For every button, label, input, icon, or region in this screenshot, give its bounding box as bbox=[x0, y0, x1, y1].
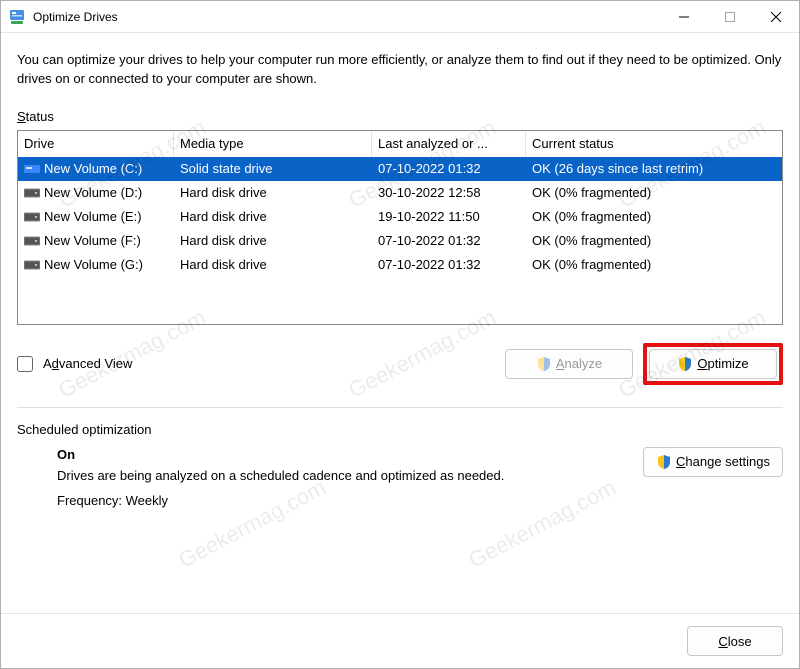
change-settings-button[interactable]: Change settings bbox=[643, 447, 783, 477]
shield-icon bbox=[536, 356, 552, 372]
scheduled-on: On bbox=[57, 447, 643, 462]
advanced-view-checkbox[interactable] bbox=[17, 356, 33, 372]
drive-name: New Volume (G:) bbox=[44, 257, 143, 272]
drive-last: 07-10-2022 01:32 bbox=[372, 257, 526, 272]
drive-icon bbox=[24, 235, 40, 247]
drive-status: OK (26 days since last retrim) bbox=[526, 161, 782, 176]
drive-last: 30-10-2022 12:58 bbox=[372, 185, 526, 200]
drive-icon bbox=[24, 211, 40, 223]
intro-text: You can optimize your drives to help you… bbox=[17, 51, 783, 89]
window: Optimize Drives You can optimize your dr… bbox=[0, 0, 800, 669]
drive-icon bbox=[24, 163, 40, 175]
drive-last: 19-10-2022 11:50 bbox=[372, 209, 526, 224]
table-row[interactable]: New Volume (D:) Hard disk drive30-10-2022… bbox=[18, 181, 782, 205]
table-header: Drive Media type Last analyzed or ... Cu… bbox=[18, 131, 782, 157]
drive-media: Hard disk drive bbox=[174, 209, 372, 224]
drives-table: Drive Media type Last analyzed or ... Cu… bbox=[17, 130, 783, 325]
app-icon bbox=[9, 9, 25, 25]
titlebar: Optimize Drives bbox=[1, 1, 799, 33]
col-last[interactable]: Last analyzed or ... bbox=[372, 131, 526, 157]
advanced-view-label[interactable]: Advanced View bbox=[43, 356, 132, 371]
drive-status: OK (0% fragmented) bbox=[526, 185, 782, 200]
footer: Close bbox=[1, 613, 799, 668]
drive-status: OK (0% fragmented) bbox=[526, 209, 782, 224]
optimize-highlight: Optimize bbox=[643, 343, 783, 385]
drive-name: New Volume (F:) bbox=[44, 233, 141, 248]
drive-status: OK (0% fragmented) bbox=[526, 257, 782, 272]
col-media[interactable]: Media type bbox=[174, 131, 372, 157]
drive-media: Solid state drive bbox=[174, 161, 372, 176]
content: You can optimize your drives to help you… bbox=[1, 33, 799, 613]
close-button[interactable]: Close bbox=[687, 626, 783, 656]
drive-name: New Volume (E:) bbox=[44, 209, 142, 224]
drive-icon bbox=[24, 259, 40, 271]
divider bbox=[17, 407, 783, 408]
close-window-button[interactable] bbox=[753, 1, 799, 33]
drive-media: Hard disk drive bbox=[174, 233, 372, 248]
drive-media: Hard disk drive bbox=[174, 185, 372, 200]
scheduled-label: Scheduled optimization bbox=[17, 422, 783, 437]
col-drive[interactable]: Drive bbox=[18, 131, 174, 157]
drive-name: New Volume (C:) bbox=[44, 161, 142, 176]
table-row[interactable]: New Volume (E:) Hard disk drive19-10-2022… bbox=[18, 205, 782, 229]
scheduled-freq: Frequency: Weekly bbox=[57, 493, 643, 508]
analyze-button[interactable]: Analyze bbox=[505, 349, 633, 379]
status-label: Status bbox=[17, 109, 783, 124]
shield-icon bbox=[677, 356, 693, 372]
drive-name: New Volume (D:) bbox=[44, 185, 142, 200]
drive-status: OK (0% fragmented) bbox=[526, 233, 782, 248]
scheduled-desc: Drives are being analyzed on a scheduled… bbox=[57, 468, 643, 483]
drive-last: 07-10-2022 01:32 bbox=[372, 233, 526, 248]
scheduled-body: On Drives are being analyzed on a schedu… bbox=[17, 447, 783, 508]
optimize-button[interactable]: Optimize bbox=[649, 349, 777, 379]
drive-icon bbox=[24, 187, 40, 199]
drive-last: 07-10-2022 01:32 bbox=[372, 161, 526, 176]
shield-icon bbox=[656, 454, 672, 470]
table-row[interactable]: New Volume (G:) Hard disk drive07-10-2022… bbox=[18, 253, 782, 277]
table-row[interactable]: New Volume (C:) Solid state drive07-10-20… bbox=[18, 157, 782, 181]
table-row[interactable]: New Volume (F:) Hard disk drive07-10-2022… bbox=[18, 229, 782, 253]
minimize-button[interactable] bbox=[661, 1, 707, 33]
table-body: New Volume (C:)Solid state drive07-10-20… bbox=[18, 157, 782, 277]
below-table-row: Advanced View Analyze Optimize bbox=[17, 343, 783, 385]
drive-media: Hard disk drive bbox=[174, 257, 372, 272]
window-title: Optimize Drives bbox=[33, 10, 118, 24]
maximize-button[interactable] bbox=[707, 1, 753, 33]
col-status[interactable]: Current status bbox=[526, 131, 782, 157]
